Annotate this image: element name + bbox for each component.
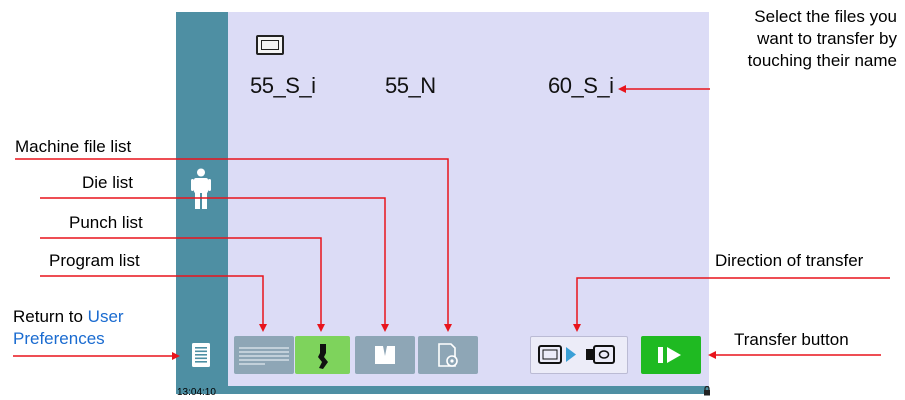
annotation-arrows <box>13 85 890 360</box>
